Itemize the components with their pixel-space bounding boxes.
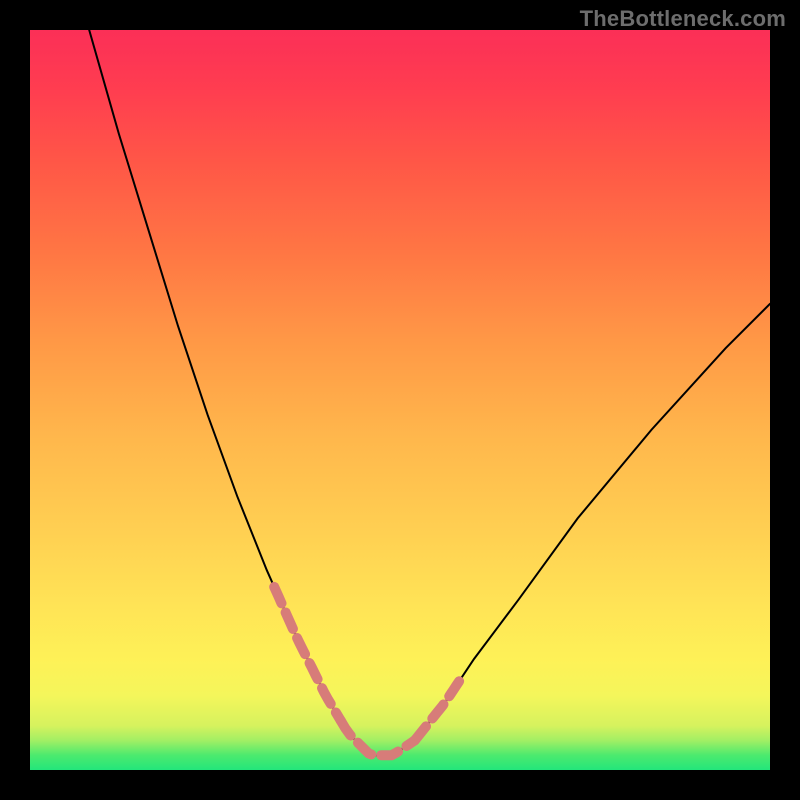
gradient-plot-area (30, 30, 770, 770)
watermark-text: TheBottleneck.com (580, 6, 786, 32)
bottleneck-curve (89, 30, 770, 755)
right-marks (415, 681, 459, 740)
curve-layer (30, 30, 770, 770)
floor-marks (341, 721, 415, 756)
chart-stage: TheBottleneck.com (0, 0, 800, 800)
left-marks (274, 587, 341, 721)
